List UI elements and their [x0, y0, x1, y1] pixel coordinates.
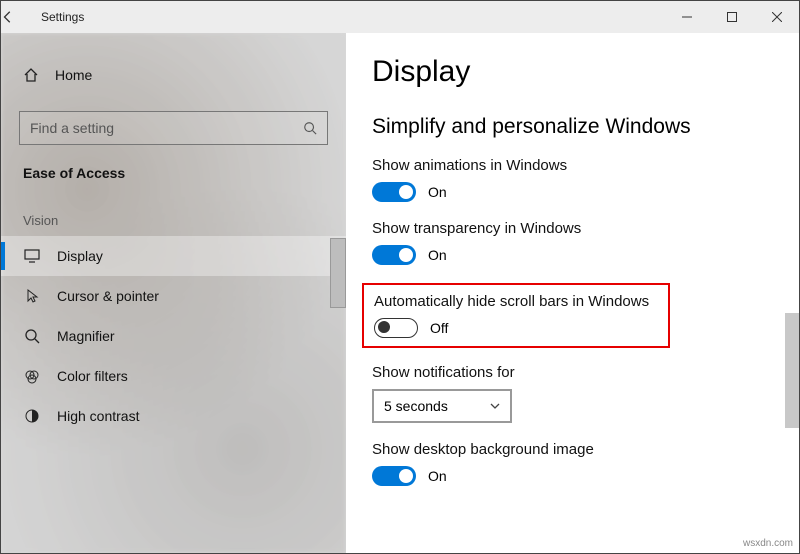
toggle-state: Off — [430, 320, 448, 336]
sidebar-item-high-contrast[interactable]: High contrast — [1, 396, 346, 436]
content-scrollbar-thumb[interactable] — [785, 313, 799, 428]
magnifier-icon — [23, 328, 41, 344]
back-button[interactable] — [1, 10, 41, 24]
sidebar-item-label: Cursor & pointer — [57, 288, 159, 304]
notifications-dropdown[interactable]: 5 seconds — [372, 389, 512, 423]
toggle-state: On — [428, 247, 447, 263]
setting-animations: Show animations in Windows On — [372, 157, 773, 202]
maximize-button[interactable] — [709, 1, 754, 33]
color-filters-icon — [23, 368, 41, 384]
minimize-icon — [682, 12, 692, 22]
sidebar-item-label: High contrast — [57, 408, 139, 424]
setting-desktop-bg: Show desktop background image On — [372, 441, 773, 486]
watermark: wsxdn.com — [743, 538, 793, 549]
toggle-desktop-bg[interactable] — [372, 466, 416, 486]
page-title: Display — [372, 55, 773, 89]
window-title: Settings — [41, 10, 84, 24]
close-button[interactable] — [754, 1, 799, 33]
setting-label: Automatically hide scroll bars in Window… — [374, 293, 658, 310]
maximize-icon — [727, 12, 737, 22]
sidebar-item-display[interactable]: Display — [1, 236, 346, 276]
dropdown-value: 5 seconds — [384, 398, 448, 414]
sidebar-item-label: Magnifier — [57, 328, 115, 344]
section-heading: Simplify and personalize Windows — [372, 115, 773, 139]
sidebar-scrollbar-thumb[interactable] — [330, 238, 346, 308]
toggle-state: On — [428, 468, 447, 484]
toggle-state: On — [428, 184, 447, 200]
sidebar-item-cursor-pointer[interactable]: Cursor & pointer — [1, 276, 346, 316]
content-pane: Display Simplify and personalize Windows… — [346, 33, 799, 553]
setting-label: Show notifications for — [372, 364, 773, 381]
section-label: Vision — [1, 193, 346, 236]
home-label: Home — [55, 67, 92, 83]
setting-transparency: Show transparency in Windows On — [372, 220, 773, 265]
sidebar-item-label: Color filters — [57, 368, 128, 384]
toggle-animations[interactable] — [372, 182, 416, 202]
category-title: Ease of Access — [1, 145, 346, 193]
setting-label: Show transparency in Windows — [372, 220, 773, 237]
titlebar: Settings — [1, 1, 799, 33]
sidebar: Home Ease of Access Vision Display Curso… — [1, 33, 346, 553]
home-nav[interactable]: Home — [1, 55, 346, 95]
sidebar-item-color-filters[interactable]: Color filters — [1, 356, 346, 396]
display-icon — [23, 249, 41, 263]
cursor-icon — [23, 288, 41, 304]
sidebar-item-magnifier[interactable]: Magnifier — [1, 316, 346, 356]
setting-label: Show desktop background image — [372, 441, 773, 458]
high-contrast-icon — [23, 408, 41, 424]
sidebar-item-label: Display — [57, 248, 103, 264]
search-input[interactable] — [30, 120, 303, 136]
highlight-autohide-scrollbars: Automatically hide scroll bars in Window… — [362, 283, 670, 348]
setting-notifications: Show notifications for 5 seconds — [372, 364, 773, 423]
arrow-left-icon — [1, 10, 15, 24]
minimize-button[interactable] — [664, 1, 709, 33]
search-icon — [303, 121, 317, 135]
setting-label: Show animations in Windows — [372, 157, 773, 174]
search-box[interactable] — [19, 111, 328, 145]
chevron-down-icon — [490, 403, 500, 409]
close-icon — [772, 12, 782, 22]
home-icon — [23, 67, 39, 83]
toggle-transparency[interactable] — [372, 245, 416, 265]
toggle-autohide-scrollbars[interactable] — [374, 318, 418, 338]
